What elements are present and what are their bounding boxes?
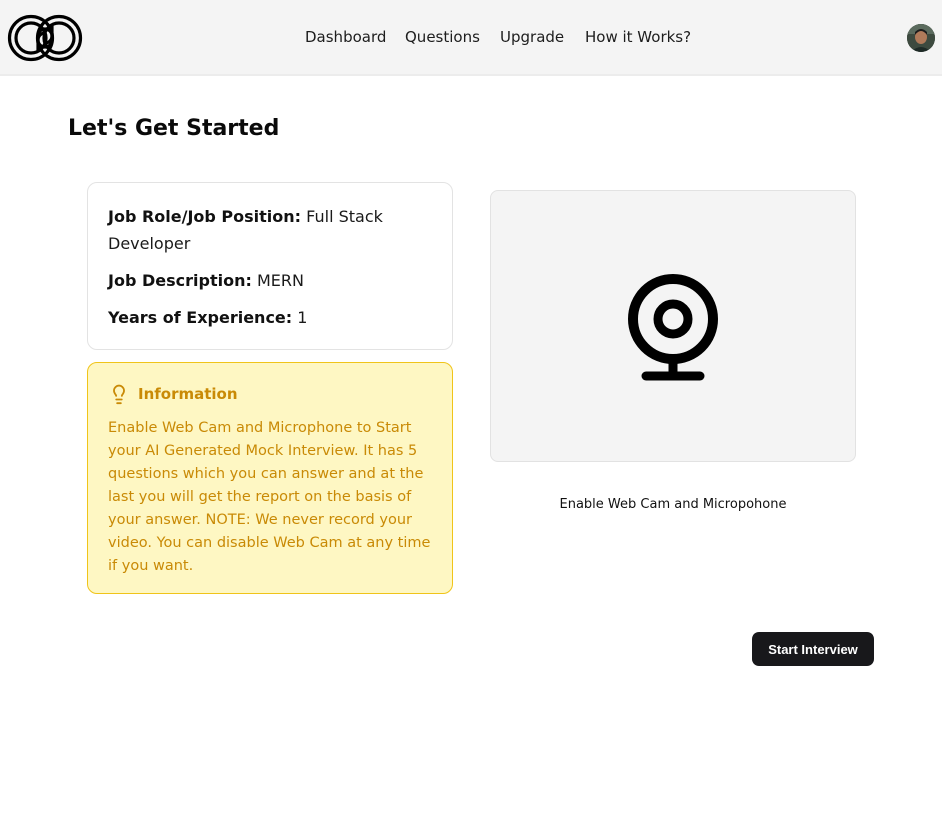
years-experience-label: Years of Experience: (108, 308, 293, 327)
user-avatar[interactable] (907, 24, 935, 52)
information-title: Information (138, 385, 238, 403)
information-text: Enable Web Cam and Microphone to Start y… (108, 420, 431, 574)
nav-dashboard[interactable]: Dashboard (305, 28, 386, 46)
main-nav: Dashboard Questions Upgrade How it Works… (0, 0, 942, 76)
job-details-card: Job Role/Job Position: Full Stack Develo… (87, 182, 453, 350)
information-header: Information (108, 381, 432, 407)
lightbulb-icon (113, 384, 125, 405)
job-description-label: Job Description: (108, 271, 252, 290)
webcam-icon (628, 274, 718, 381)
information-card: Information Enable Web Cam and Microphon… (87, 362, 453, 594)
job-description-value: MERN (256, 271, 304, 290)
nav-upgrade[interactable]: Upgrade (500, 28, 564, 46)
job-role: Job Role/Job Position: Full Stack Develo… (108, 203, 432, 257)
job-description: Job Description: MERN (108, 267, 432, 294)
years-experience: Years of Experience: 1 (108, 304, 432, 331)
nav-questions[interactable]: Questions (405, 28, 480, 46)
job-role-label: Job Role/Job Position: (108, 207, 302, 226)
years-experience-value: 1 (297, 308, 308, 327)
page-title: Let's Get Started (68, 116, 280, 141)
webcam-caption: Enable Web Cam and Micropohone (559, 497, 787, 512)
start-interview-button[interactable]: Start Interview (752, 632, 874, 666)
webcam-placeholder[interactable] (490, 190, 856, 462)
nav-how-it-works[interactable]: How it Works? (585, 28, 691, 46)
top-header: Dashboard Questions Upgrade How it Works… (0, 0, 942, 76)
